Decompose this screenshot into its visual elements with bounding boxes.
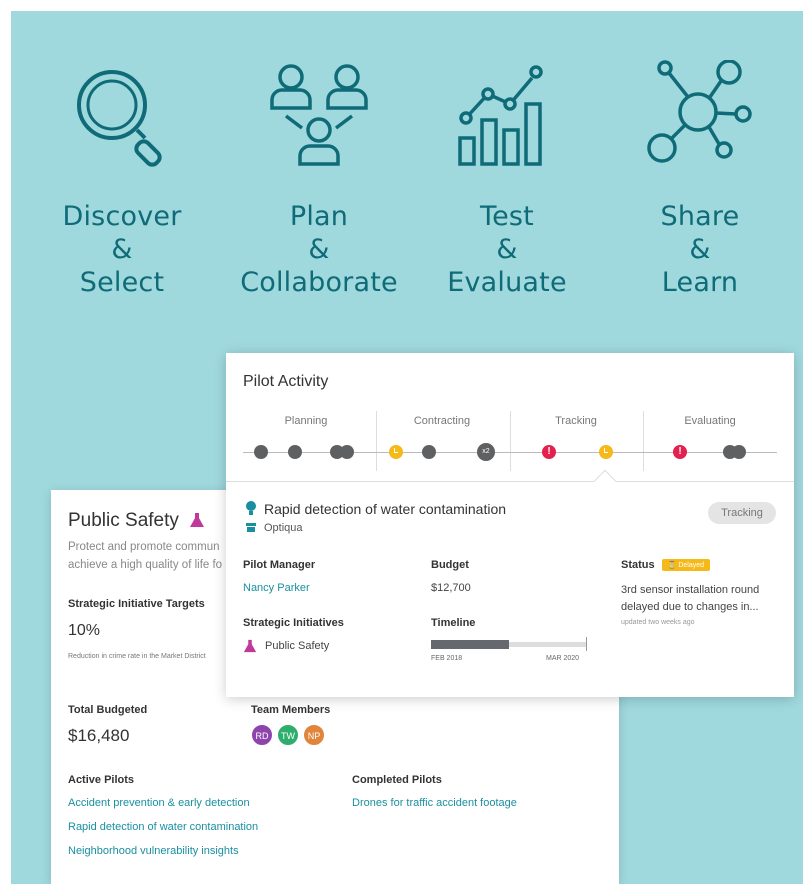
network-icon	[647, 60, 752, 163]
alert-pilot-dot[interactable]	[542, 445, 556, 459]
stage-divider	[510, 411, 511, 471]
flask-icon	[243, 639, 257, 653]
pilot-dot[interactable]	[422, 445, 436, 459]
card-description: Protect and promote commun achieve a hig…	[68, 541, 223, 571]
alert-pilot-dot[interactable]	[673, 445, 687, 459]
step-plan: Plan & Collaborate	[224, 60, 414, 299]
timeline-label: Timeline	[431, 617, 476, 629]
step-label: Discover & Select	[62, 201, 182, 298]
stage-planning[interactable]: Planning	[256, 415, 356, 427]
target-value: 10%	[68, 622, 101, 639]
step-label: Plan & Collaborate	[240, 201, 398, 298]
track-line	[243, 452, 777, 453]
selection-pointer	[593, 469, 617, 493]
pilot-detail-title: Rapid detection of water contamination	[264, 501, 507, 517]
initiatives-label: Strategic Initiatives	[243, 617, 344, 629]
team-members-label: Team Members	[251, 704, 331, 716]
lightbulb-icon	[246, 501, 256, 515]
card-title: Public Safety	[68, 510, 205, 532]
stage-tracking[interactable]: Tracking	[526, 415, 626, 427]
timeline-end-marker	[586, 637, 587, 651]
avatar[interactable]: TW	[277, 724, 299, 746]
active-pilot-link[interactable]: Neighborhood vulnerability insights	[68, 845, 239, 857]
pilot-activity-title: Pilot Activity	[243, 373, 329, 390]
avatar[interactable]: RD	[251, 724, 273, 746]
selected-delayed-pilot-dot[interactable]	[599, 445, 613, 459]
step-test: Test & Evaluate	[412, 60, 602, 299]
organization-icon	[246, 523, 256, 532]
people-icon	[270, 64, 368, 166]
pilot-activity-card: Pilot Activity Planning Contracting Trac…	[226, 353, 794, 697]
detail-divider	[226, 481, 794, 482]
stage-evaluating[interactable]: Evaluating	[660, 415, 760, 427]
stage-divider	[643, 411, 644, 471]
delayed-pilot-dot[interactable]	[389, 445, 403, 459]
pilot-dot[interactable]	[340, 445, 354, 459]
pilot-dot[interactable]	[288, 445, 302, 459]
completed-pilots-label: Completed Pilots	[352, 774, 442, 786]
total-budgeted-value: $16,480	[68, 726, 130, 745]
pilot-organization: Optiqua	[264, 522, 303, 534]
budget-label: Budget	[431, 559, 469, 571]
pilot-manager-link[interactable]: Nancy Parker	[243, 582, 310, 594]
active-pilot-link[interactable]: Rapid detection of water contamination	[68, 821, 258, 833]
state-pill: Tracking	[708, 502, 776, 524]
step-label: Share & Learn	[660, 201, 740, 298]
initiative-value[interactable]: Public Safety	[265, 640, 329, 652]
avatar[interactable]: NP	[303, 724, 325, 746]
stage-contracting[interactable]: Contracting	[392, 415, 492, 427]
flask-icon	[190, 513, 205, 527]
updated-timestamp: updated two weeks ago	[621, 619, 695, 626]
magnifier-icon	[77, 70, 162, 167]
pilot-dot[interactable]	[732, 445, 746, 459]
active-pilot-link[interactable]: Accident prevention & early detection	[68, 797, 250, 809]
status-badge: ⏳ Delayed	[661, 559, 711, 571]
targets-label: Strategic Initiative Targets	[68, 598, 205, 610]
team-avatars: RD TW NP	[251, 724, 325, 746]
completed-pilot-link[interactable]: Drones for traffic accident footage	[352, 797, 517, 809]
timeline-end: MAR 2020	[546, 655, 580, 662]
active-pilots-label: Active Pilots	[68, 774, 135, 786]
step-discover: Discover & Select	[27, 60, 217, 299]
budget-value: $12,700	[431, 582, 471, 594]
pilot-manager-label: Pilot Manager	[243, 559, 316, 571]
step-share: Share & Learn	[605, 60, 795, 299]
grouped-pilot-dot[interactable]: x2	[477, 443, 495, 461]
timeline-start: FEB 2018	[431, 655, 463, 662]
step-label: Test & Evaluate	[447, 201, 567, 298]
status-label: Status ⏳ Delayed	[621, 559, 711, 571]
stage-divider	[376, 411, 377, 471]
bar-chart-icon	[458, 65, 543, 166]
total-budgeted-label: Total Budgeted	[68, 704, 148, 716]
status-text: 3rd sensor installation round delayed du…	[621, 584, 760, 613]
pilot-dot[interactable]	[254, 445, 268, 459]
target-note: Reduction in crime rate in the Market Di…	[68, 653, 206, 660]
timeline-progress	[431, 640, 509, 649]
